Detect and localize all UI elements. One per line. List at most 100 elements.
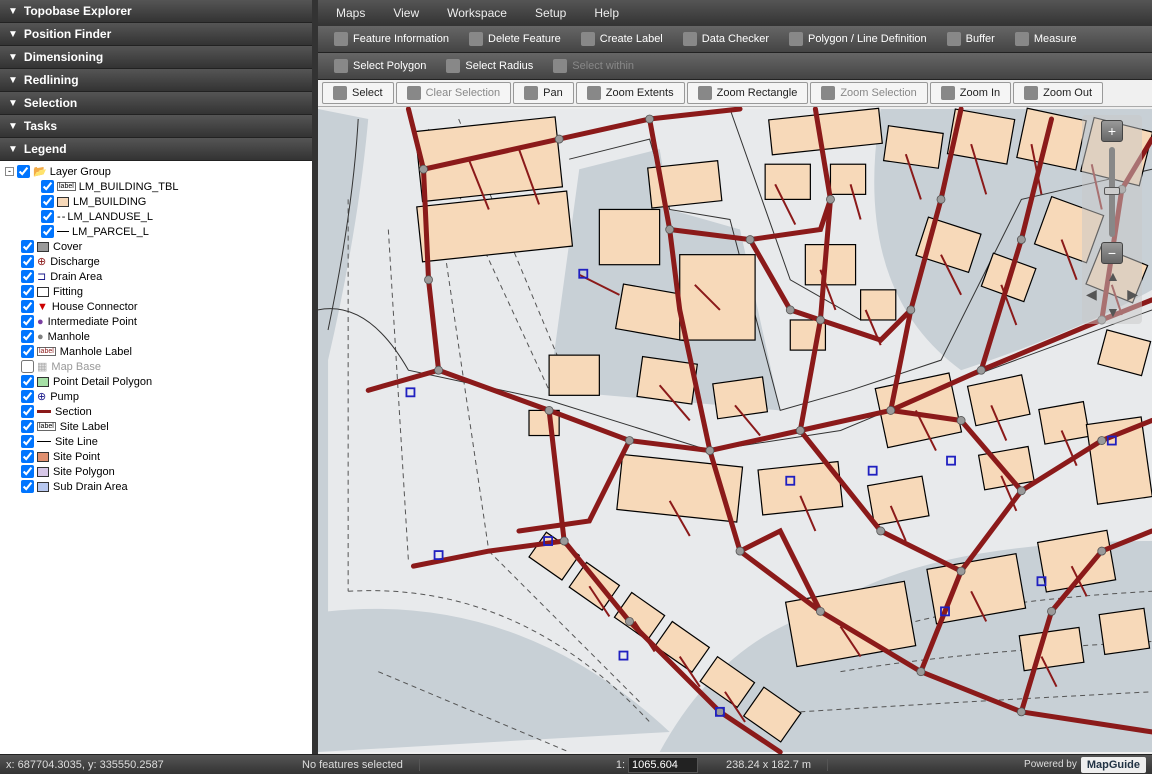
measure-button[interactable]: Measure (1005, 29, 1087, 49)
polygon-icon (789, 32, 803, 46)
layer-checkbox[interactable] (21, 435, 34, 448)
legend-item[interactable]: Fitting (3, 284, 309, 299)
panel-title: Selection (24, 96, 77, 110)
info-button[interactable]: Feature Information (324, 29, 459, 49)
toolbar-select: Select PolygonSelect RadiusSelect within (318, 53, 1152, 80)
panel-title: Topobase Explorer (24, 4, 132, 18)
legend-item[interactable]: ▦Map Base (3, 359, 309, 374)
layer-checkbox[interactable] (21, 330, 34, 343)
layer-checkbox[interactable] (21, 255, 34, 268)
layer-label: Fitting (53, 286, 83, 298)
layer-checkbox[interactable] (21, 390, 34, 403)
check-button[interactable]: Data Checker (673, 29, 779, 49)
mapguide-logo: MapGuide (1081, 757, 1146, 773)
legend-item[interactable]: ▼House Connector (3, 299, 309, 314)
buffer-icon (947, 32, 961, 46)
toolbar-label: Select (352, 87, 383, 99)
legend-item[interactable]: ●Manhole (3, 329, 309, 344)
pan-west-icon[interactable]: ◀ (1086, 286, 1097, 303)
extents-button[interactable]: Zoom Extents (576, 82, 685, 104)
legend-item[interactable]: labelLM_BUILDING_TBL (3, 179, 309, 194)
panel-tasks[interactable]: ▼Tasks (0, 115, 312, 138)
tree-minus-icon[interactable]: - (5, 167, 14, 176)
layer-checkbox[interactable] (21, 345, 34, 358)
legend-item[interactable]: Site Line (3, 434, 309, 449)
pan-north-icon[interactable]: ▲ (1106, 268, 1120, 284)
buffer-button[interactable]: Buffer (937, 29, 1005, 49)
menu-maps[interactable]: Maps (322, 2, 379, 24)
delete-button[interactable]: Delete Feature (459, 29, 571, 49)
layer-checkbox[interactable] (21, 405, 34, 418)
legend-item[interactable]: labelSite Label (3, 419, 309, 434)
legend-item[interactable]: ⊕Discharge (3, 254, 309, 269)
legend-item[interactable]: ⊕Pump (3, 389, 309, 404)
layer-checkbox[interactable] (21, 240, 34, 253)
panel-position-finder[interactable]: ▼Position Finder (0, 23, 312, 46)
zoom-slider-handle[interactable] (1104, 187, 1120, 195)
menu-workspace[interactable]: Workspace (433, 2, 521, 24)
panel-dimensioning[interactable]: ▼Dimensioning (0, 46, 312, 69)
legend-item[interactable]: Section (3, 404, 309, 419)
layer-checkbox[interactable] (21, 420, 34, 433)
layer-checkbox[interactable] (21, 375, 34, 388)
layer-checkbox[interactable] (41, 180, 54, 193)
layer-checkbox[interactable] (17, 165, 30, 178)
layer-checkbox[interactable] (41, 195, 54, 208)
toolbar-label: Pan (543, 87, 563, 99)
layer-checkbox[interactable] (21, 300, 34, 313)
legend-item[interactable]: ⊐Drain Area (3, 269, 309, 284)
hand-button[interactable]: Pan (513, 82, 574, 104)
legend-item[interactable]: Site Point (3, 449, 309, 464)
zoom-in-button[interactable]: + (1101, 120, 1123, 142)
legend-item[interactable]: LM_BUILDING (3, 194, 309, 209)
layer-label: Cover (53, 241, 82, 253)
legend-item[interactable]: Point Detail Polygon (3, 374, 309, 389)
layer-checkbox[interactable] (41, 210, 54, 223)
layer-swatch (37, 377, 49, 387)
zoom-out-button[interactable]: Zoom Out (1013, 82, 1103, 104)
zoom-in-button[interactable]: Zoom In (930, 82, 1011, 104)
panel-redlining[interactable]: ▼Redlining (0, 69, 312, 92)
pointer-button[interactable]: Select (322, 82, 394, 104)
scale-input[interactable] (628, 757, 698, 773)
menu-setup[interactable]: Setup (521, 2, 580, 24)
panel-topobase-explorer[interactable]: ▼Topobase Explorer (0, 0, 312, 23)
map-canvas[interactable]: + − ▲ ▼ ▶ ◀ (318, 107, 1152, 754)
zoom-rect-button[interactable]: Zoom Rectangle (687, 82, 809, 104)
pan-joystick[interactable]: ▲ ▼ ▶ ◀ (1086, 268, 1138, 320)
legend-item[interactable]: - -LM_LANDUSE_L (3, 209, 309, 224)
pan-south-icon[interactable]: ▼ (1106, 304, 1120, 320)
menu-view[interactable]: View (379, 2, 433, 24)
legend-item[interactable]: labelManhole Label (3, 344, 309, 359)
pan-east-icon[interactable]: ▶ (1127, 286, 1138, 303)
layer-checkbox[interactable] (21, 480, 34, 493)
layer-checkbox[interactable] (21, 450, 34, 463)
legend-group[interactable]: - 📂 Layer Group (3, 164, 309, 179)
menu-help[interactable]: Help (580, 2, 633, 24)
legend-item[interactable]: Site Polygon (3, 464, 309, 479)
filled-circle-icon: ● (37, 331, 44, 343)
layer-checkbox[interactable] (21, 315, 34, 328)
panel-legend[interactable]: ▼Legend (0, 138, 312, 161)
panel-title: Dimensioning (24, 50, 103, 64)
layer-checkbox[interactable] (21, 270, 34, 283)
legend-item[interactable]: LM_PARCEL_L (3, 224, 309, 239)
legend-item[interactable]: Sub Drain Area (3, 479, 309, 494)
toolbar-feature: Feature InformationDelete FeatureCreate … (318, 26, 1152, 53)
layer-checkbox[interactable] (21, 360, 34, 373)
legend-item[interactable]: Cover (3, 239, 309, 254)
label-button[interactable]: Create Label (571, 29, 673, 49)
layer-checkbox[interactable] (21, 465, 34, 478)
legend-item[interactable]: ●Intermediate Point (3, 314, 309, 329)
polygon-button[interactable]: Polygon / Line Definition (779, 29, 937, 49)
select-polygon-button[interactable]: Select Polygon (324, 56, 436, 76)
select-within-icon (553, 59, 567, 73)
layer-checkbox[interactable] (21, 285, 34, 298)
info-icon (334, 32, 348, 46)
layer-checkbox[interactable] (41, 225, 54, 238)
select-radius-button[interactable]: Select Radius (436, 56, 543, 76)
zoom-out-button[interactable]: − (1101, 242, 1123, 264)
status-selection: No features selected (286, 759, 420, 771)
panel-selection[interactable]: ▼Selection (0, 92, 312, 115)
zoom-slider[interactable] (1109, 147, 1115, 237)
